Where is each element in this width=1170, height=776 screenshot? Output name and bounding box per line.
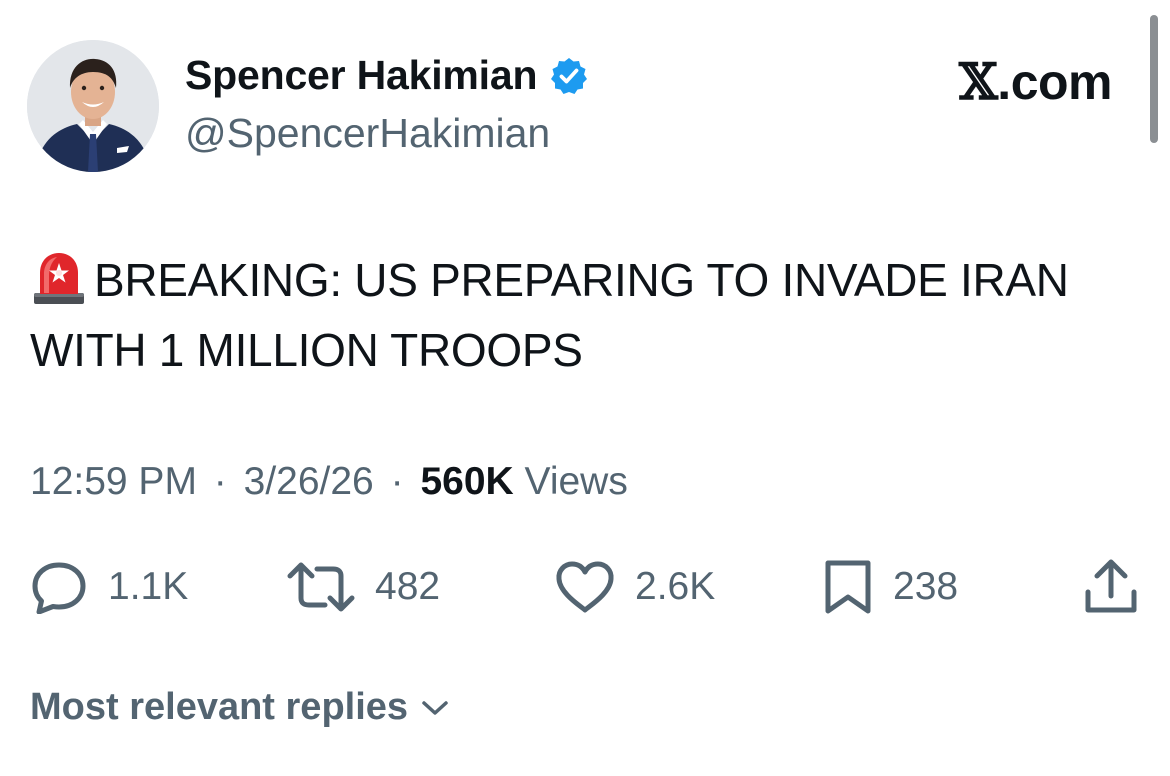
- views-count[interactable]: 560K: [420, 460, 513, 503]
- avatar[interactable]: [27, 40, 159, 172]
- brand-logo: 𝕏.com: [959, 52, 1112, 111]
- x-logo-icon: 𝕏: [959, 52, 998, 111]
- author-handle[interactable]: @SpencerHakimian: [185, 110, 550, 157]
- action-bar: 1.1K 482 2.6K 238: [0, 555, 1170, 625]
- tweet-text: BREAKING: US PREPARING TO INVADE IRAN WI…: [30, 254, 1069, 376]
- display-name[interactable]: Spencer Hakimian: [185, 52, 537, 99]
- like-button[interactable]: 2.6K: [555, 555, 715, 619]
- replies-sort-label: Most relevant replies: [30, 686, 409, 728]
- reply-icon: [32, 562, 86, 614]
- chevron-down-icon: [422, 700, 448, 715]
- police-siren-icon: [34, 253, 84, 304]
- meta-separator: ·: [213, 460, 227, 503]
- tweet-time[interactable]: 12:59 PM: [30, 460, 197, 503]
- bookmark-count: 238: [893, 565, 959, 608]
- tweet-meta: 12:59 PM · 3/26/26 · 560K Views: [30, 460, 628, 504]
- bookmark-button[interactable]: 238: [823, 555, 958, 619]
- tweet-screenshot: Spencer Hakimian @SpencerHakimian 𝕏.com …: [0, 0, 1170, 776]
- views-label[interactable]: Views: [525, 460, 628, 503]
- share-icon: [1085, 559, 1137, 613]
- repost-icon: [287, 562, 355, 612]
- like-count: 2.6K: [635, 565, 716, 608]
- tweet-body: BREAKING: US PREPARING TO INVADE IRAN WI…: [30, 245, 1150, 385]
- replies-sort-dropdown[interactable]: Most relevant replies: [30, 686, 450, 729]
- meta-separator: ·: [390, 460, 404, 503]
- brand-domain: .com: [997, 54, 1112, 110]
- avatar-photo: [27, 40, 159, 172]
- author-row: Spencer Hakimian: [185, 52, 589, 99]
- scrollbar[interactable]: [1150, 15, 1158, 143]
- reply-button[interactable]: 1.1K: [30, 555, 188, 619]
- verified-badge-icon[interactable]: [549, 56, 589, 96]
- tweet-date[interactable]: 3/26/26: [244, 460, 374, 503]
- repost-button[interactable]: 482: [287, 555, 440, 619]
- reply-count: 1.1K: [108, 565, 189, 608]
- share-button[interactable]: [1083, 555, 1139, 619]
- repost-count: 482: [375, 565, 441, 608]
- bookmark-icon: [825, 560, 871, 614]
- heart-icon: [556, 561, 614, 613]
